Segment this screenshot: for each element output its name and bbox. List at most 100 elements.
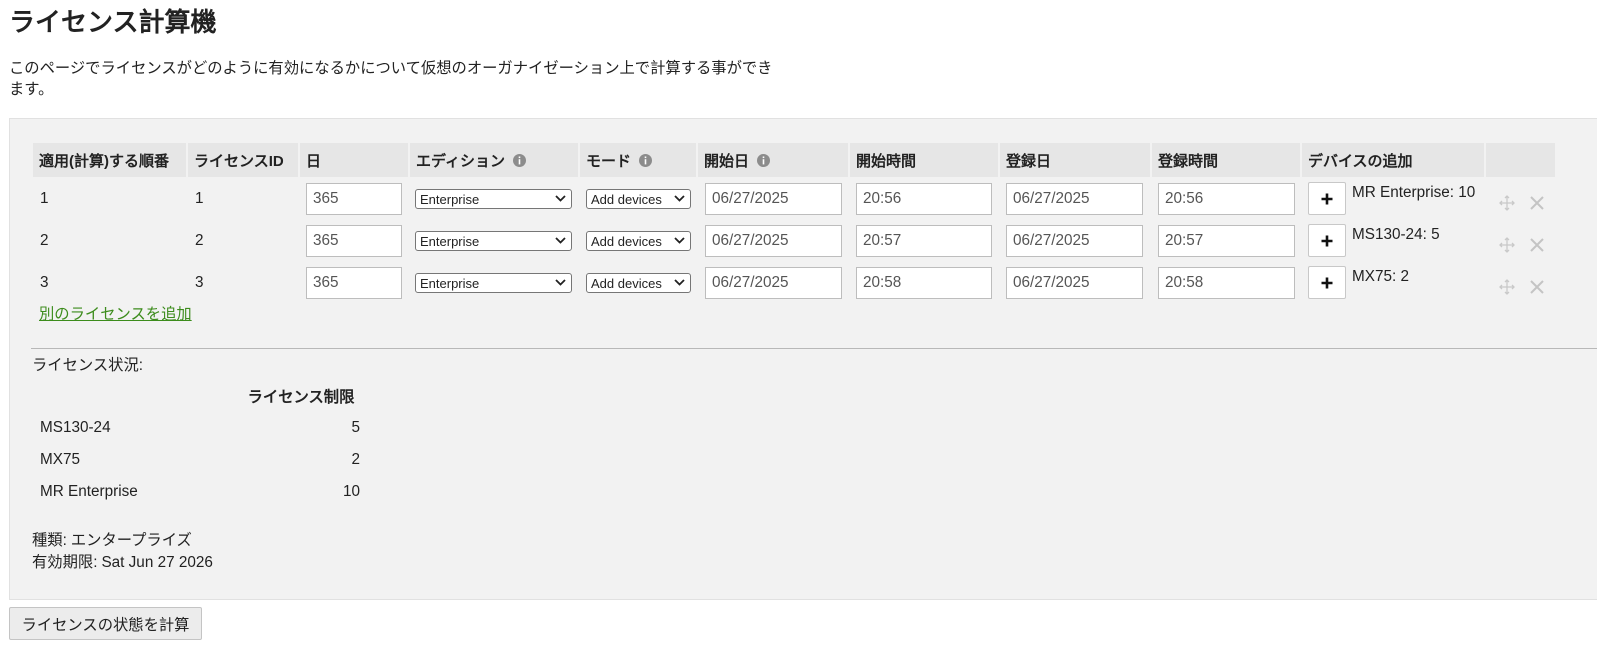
add-device-button[interactable]	[1308, 224, 1346, 257]
license-summary: 種類: エンタープライズ 有効期限: Sat Jun 27 2026	[32, 530, 213, 574]
days-input[interactable]	[306, 225, 402, 257]
registration-time-input[interactable]	[1158, 183, 1295, 215]
cell-registration-time	[1152, 263, 1300, 303]
mode-dropdown[interactable]: Add devices	[587, 232, 690, 250]
cell-row-actions	[1486, 221, 1555, 261]
cell-days	[300, 221, 408, 261]
order-value: 2	[40, 232, 49, 249]
edition-dropdown[interactable]: Enterprise	[416, 274, 571, 292]
start-time-input[interactable]	[856, 225, 992, 257]
move-icon[interactable]	[1498, 194, 1516, 212]
header-start-date-label: 開始日	[704, 152, 750, 170]
registration-date-input[interactable]	[1006, 183, 1143, 215]
cell-mode: Add devices	[580, 263, 696, 303]
header-add-devices-label: デバイスの追加	[1308, 152, 1413, 170]
days-input[interactable]	[306, 267, 402, 299]
cell-edition: Enterprise	[410, 263, 578, 303]
cell-add-devices: MR Enterprise: 10	[1302, 179, 1484, 219]
header-registration-date-label: 登録日	[1006, 152, 1052, 170]
cell-registration-date	[1000, 179, 1150, 219]
header-mode-label: モード	[586, 152, 632, 170]
cell-days	[300, 179, 408, 219]
limit-value: 2	[351, 451, 360, 468]
license-id-value: 1	[195, 190, 204, 207]
header-registration-date: 登録日	[1000, 143, 1150, 177]
cell-edition: Enterprise	[410, 179, 578, 219]
days-input[interactable]	[306, 183, 402, 215]
close-icon[interactable]	[1529, 279, 1545, 295]
header-start-time-label: 開始時間	[856, 152, 917, 170]
page-description: このページでライセンスがどのように有効になるかについて仮想のオーガナイゼーション…	[9, 60, 773, 98]
cell-start-time	[850, 221, 998, 261]
add-device-button[interactable]	[1308, 182, 1346, 215]
cell-license-id: 1	[188, 179, 298, 219]
header-registration-time-label: 登録時間	[1158, 152, 1219, 170]
header-days-label: 日	[306, 152, 322, 170]
mode-select[interactable]: Add devices	[586, 189, 691, 209]
cell-order: 3	[33, 263, 186, 303]
calculate-license-state-button[interactable]: ライセンスの状態を計算	[9, 607, 202, 640]
edition-select[interactable]: Enterprise	[415, 231, 572, 251]
close-icon[interactable]	[1529, 195, 1545, 211]
edition-select[interactable]: Enterprise	[415, 189, 572, 209]
cell-add-devices: MX75: 2	[1302, 263, 1484, 303]
mode-dropdown[interactable]: Add devices	[587, 274, 690, 292]
header-registration-time: 登録時間	[1152, 143, 1300, 177]
mode-select[interactable]: Add devices	[586, 231, 691, 251]
start-date-input[interactable]	[705, 267, 842, 299]
add-license-link[interactable]: 別のライセンスを追加	[39, 305, 192, 325]
limit-device-name: MX75	[40, 451, 80, 468]
cell-registration-date	[1000, 263, 1150, 303]
info-icon[interactable]	[512, 153, 526, 167]
start-date-input[interactable]	[705, 225, 842, 257]
license-id-value: 3	[195, 274, 204, 291]
limits-header-blank	[33, 380, 240, 412]
order-value: 1	[40, 190, 49, 207]
registration-date-input[interactable]	[1006, 267, 1143, 299]
cell-order: 1	[33, 179, 186, 219]
info-icon[interactable]	[639, 153, 653, 167]
mode-select[interactable]: Add devices	[586, 273, 691, 293]
order-value: 3	[40, 274, 49, 291]
edition-dropdown[interactable]: Enterprise	[416, 190, 571, 208]
device-summary: MX75: 2	[1352, 268, 1409, 285]
add-device-button[interactable]	[1308, 266, 1346, 299]
license-id-value: 2	[195, 232, 204, 249]
move-icon[interactable]	[1498, 278, 1516, 296]
close-icon[interactable]	[1529, 237, 1545, 253]
mode-dropdown[interactable]: Add devices	[587, 190, 690, 208]
info-icon[interactable]	[757, 153, 771, 167]
cell-start-time	[850, 179, 998, 219]
start-time-input[interactable]	[856, 267, 992, 299]
header-order-label: 適用(計算)する順番	[39, 152, 169, 170]
limit-device-name: MR Enterprise	[40, 483, 138, 500]
license-type-label: 種類:	[32, 532, 67, 549]
cell-add-devices: MS130-24: 5	[1302, 221, 1484, 261]
start-time-input[interactable]	[856, 183, 992, 215]
limits-header: ライセンス制限	[247, 389, 355, 406]
edition-select[interactable]: Enterprise	[415, 273, 572, 293]
registration-time-input[interactable]	[1158, 225, 1295, 257]
registration-date-input[interactable]	[1006, 225, 1143, 257]
header-mode: モード	[580, 143, 696, 177]
page-title: ライセンス計算機	[9, 7, 217, 37]
cell-registration-time	[1152, 221, 1300, 261]
cell-registration-date	[1000, 221, 1150, 261]
license-expiry-value: Sat Jun 27 2026	[101, 554, 213, 571]
move-icon[interactable]	[1498, 236, 1516, 254]
section-divider	[31, 348, 1597, 349]
cell-days	[300, 263, 408, 303]
header-license-id: ライセンスID	[188, 143, 298, 177]
header-days: 日	[300, 143, 408, 177]
header-start-date: 開始日	[698, 143, 848, 177]
start-date-input[interactable]	[705, 183, 842, 215]
device-summary: MR Enterprise: 10	[1352, 184, 1476, 201]
license-type-line: 種類: エンタープライズ	[32, 530, 213, 552]
header-license-id-label: ライセンスID	[194, 152, 284, 170]
cell-row-actions	[1486, 179, 1555, 219]
registration-time-input[interactable]	[1158, 267, 1295, 299]
edition-dropdown[interactable]: Enterprise	[416, 232, 571, 250]
license-status-label: ライセンス状況:	[32, 357, 144, 374]
plus-icon	[1321, 235, 1333, 247]
cell-start-date	[698, 263, 848, 303]
